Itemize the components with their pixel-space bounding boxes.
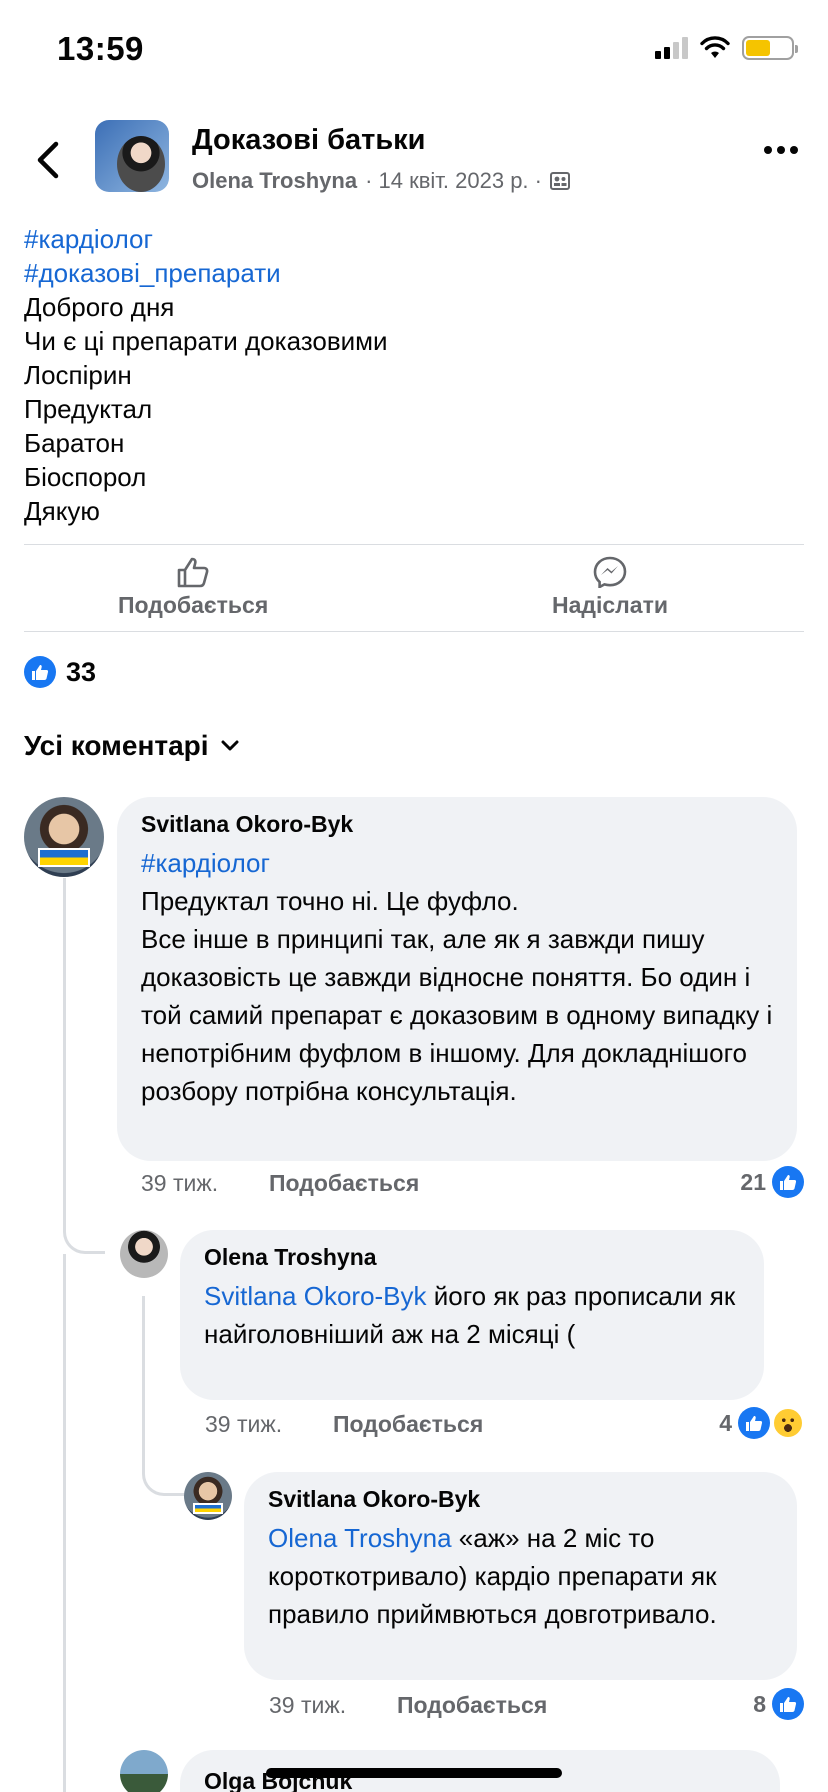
like-label: Подобається xyxy=(118,592,269,618)
comment-reaction-count: 8 xyxy=(753,1690,766,1717)
thumbs-up-icon xyxy=(177,557,209,588)
battery-icon xyxy=(742,36,798,60)
chevron-down-icon xyxy=(221,740,239,751)
wifi-icon xyxy=(700,36,730,58)
comment-bubble: Svitlana Okoro-Byk Olena Troshyna «аж» н… xyxy=(244,1472,797,1680)
post-line: Дякую xyxy=(24,496,100,526)
comment-bubble: Svitlana Okoro-Byk #кардіолог Предуктал … xyxy=(117,797,797,1161)
messenger-icon xyxy=(593,556,627,588)
comments-filter-dropdown[interactable]: Усі коментарі xyxy=(24,730,239,762)
post-meta: Olena Troshyna · 14 квіт. 2023 р. · xyxy=(192,168,570,194)
mention-link[interactable]: Olena Troshyna xyxy=(268,1523,452,1553)
post-line: Доброго дня xyxy=(24,292,175,322)
post-line: Предуктал xyxy=(24,394,153,424)
comment-author[interactable]: Svitlana Okoro-Byk xyxy=(141,811,773,838)
like-reaction-icon xyxy=(772,1166,804,1198)
avatar[interactable] xyxy=(24,797,104,877)
group-avatar[interactable] xyxy=(95,120,169,192)
thread-line xyxy=(142,1296,184,1496)
avatar[interactable] xyxy=(120,1750,168,1792)
comment-reactions[interactable]: 4 xyxy=(719,1407,804,1439)
comment-time[interactable]: 39 тиж. xyxy=(205,1411,333,1438)
comment-reactions[interactable]: 8 xyxy=(753,1688,804,1720)
cellular-signal-icon xyxy=(655,37,688,59)
mention-link[interactable]: Svitlana Okoro-Byk xyxy=(204,1281,427,1311)
like-reaction-icon xyxy=(772,1688,804,1720)
post-line: Баратон xyxy=(24,428,125,458)
status-time: 13:59 xyxy=(57,30,144,67)
status-icons xyxy=(655,36,798,60)
more-options-button[interactable] xyxy=(764,146,798,154)
thread-line xyxy=(63,878,105,1254)
like-reaction-icon xyxy=(24,656,56,688)
comment-reaction-count: 21 xyxy=(740,1168,766,1195)
comment-like-button[interactable]: Подобається xyxy=(333,1411,483,1438)
comment-like-button[interactable]: Подобається xyxy=(397,1692,547,1719)
comment-meta: 39 тиж. Подобається xyxy=(141,1170,419,1197)
comment-meta: 39 тиж. Подобається xyxy=(269,1692,547,1719)
comment-author[interactable]: Olena Troshyna xyxy=(204,1244,740,1271)
post-line: Лоспірин xyxy=(24,360,132,390)
post-author[interactable]: Olena Troshyna xyxy=(192,168,357,194)
comment-reaction-count: 4 xyxy=(719,1409,732,1436)
comment-author[interactable]: Svitlana Okoro-Byk xyxy=(268,1486,773,1513)
comments-filter-label: Усі коментарі xyxy=(24,730,209,761)
post-body: #кардіолог #доказові_препарати Доброго д… xyxy=(24,222,804,528)
send-label: Надіслати xyxy=(552,592,668,618)
comment-bubble: Olena Troshyna Svitlana Okoro-Byk його я… xyxy=(180,1230,764,1400)
send-button[interactable]: Надіслати xyxy=(552,556,668,619)
comment-time[interactable]: 39 тиж. xyxy=(269,1692,397,1719)
comment-time[interactable]: 39 тиж. xyxy=(141,1170,269,1197)
post-line: Біоспорол xyxy=(24,462,147,492)
back-button[interactable] xyxy=(30,140,66,180)
divider xyxy=(24,631,804,632)
hashtag-link[interactable]: #кардіолог xyxy=(141,844,773,882)
chevron-left-icon xyxy=(37,141,59,179)
home-indicator[interactable] xyxy=(266,1768,562,1778)
hashtag-link[interactable]: #доказові_препарати xyxy=(24,256,804,290)
like-reaction-icon xyxy=(738,1407,770,1439)
avatar[interactable] xyxy=(120,1230,168,1278)
comment-text: Предуктал точно ні. Це фуфло. Все інше в… xyxy=(141,886,773,1106)
wow-reaction-icon xyxy=(772,1407,804,1439)
divider xyxy=(24,544,804,545)
comment-meta: 39 тиж. Подобається xyxy=(205,1411,483,1438)
post-line: Чи є ці препарати доказовими xyxy=(24,326,388,356)
hashtag-link[interactable]: #кардіолог xyxy=(24,222,804,256)
reaction-count: 33 xyxy=(66,656,97,687)
comment-reactions[interactable]: 21 xyxy=(740,1166,804,1198)
avatar[interactable] xyxy=(184,1472,232,1520)
post-reactions[interactable]: 33 xyxy=(24,656,96,688)
post-date: · 14 квіт. 2023 р. · xyxy=(365,168,542,193)
group-name[interactable]: Доказові батьки xyxy=(192,124,426,157)
like-button[interactable]: Подобається xyxy=(118,556,268,619)
thread-line xyxy=(63,1254,66,1792)
comment-like-button[interactable]: Подобається xyxy=(269,1170,419,1197)
group-audience-icon xyxy=(550,172,570,190)
